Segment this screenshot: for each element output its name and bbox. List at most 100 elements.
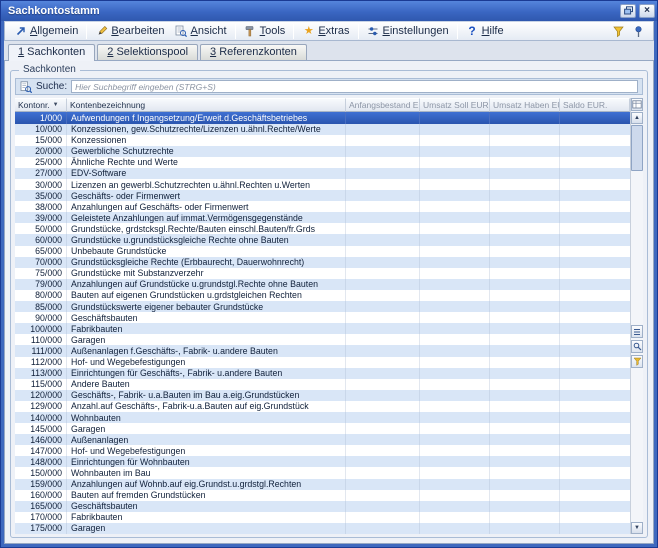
- value-cell: [346, 223, 420, 234]
- table-row[interactable]: 1/000Aufwendungen f.Ingangsetzung/Erweit…: [15, 112, 630, 123]
- value-cell: [346, 501, 420, 512]
- menu-allgemein[interactable]: Allgemein: [9, 24, 83, 39]
- table-row[interactable]: 90/000Geschäftsbauten: [15, 312, 630, 323]
- account-name-cell: Geschäfts-, Fabrik- u.a.Bauten im Bau a.…: [67, 390, 346, 401]
- table-row[interactable]: 50/000Grundstücke, grdstcksgl.Rechte/Bau…: [15, 223, 630, 234]
- title-bar[interactable]: Sachkontostamm ×: [1, 1, 657, 21]
- value-cell: [560, 290, 630, 301]
- table-row[interactable]: 111/000Außenanlagen f.Geschäfts-, Fabrik…: [15, 345, 630, 356]
- table-row[interactable]: 20/000Gewerbliche Schutzrechte: [15, 146, 630, 157]
- table-row[interactable]: 129/000Anzahl.auf Geschäfts-, Fabrik-u.a…: [15, 401, 630, 412]
- column-header-anfangsbestand[interactable]: Anfangsbestand EUR: [346, 98, 420, 112]
- table-row[interactable]: 79/000Anzahlungen auf Grundstücke u.grun…: [15, 279, 630, 290]
- table-row[interactable]: 75/000Grundstücke mit Substanzverzehr: [15, 268, 630, 279]
- value-cell: [560, 401, 630, 412]
- table-row[interactable]: 175/000Garagen: [15, 523, 630, 534]
- table-row[interactable]: 150/000Wohnbauten im Bau: [15, 467, 630, 478]
- account-number-cell: 27/000: [15, 168, 67, 179]
- table-row[interactable]: 115/000Andere Bauten: [15, 379, 630, 390]
- scrollbar-thumb[interactable]: [631, 125, 643, 171]
- table-row[interactable]: 113/000Einrichtungen für Geschäfts-, Fab…: [15, 368, 630, 379]
- table-row[interactable]: 170/000Fabrikbauten: [15, 512, 630, 523]
- table-row[interactable]: 160/000Bauten auf fremden Grundstücken: [15, 490, 630, 501]
- column-header-saldo[interactable]: Saldo EUR.: [560, 98, 630, 112]
- table-row[interactable]: 100/000Fabrikbauten: [15, 323, 630, 334]
- account-name-cell: Grundstückswerte eigener bebauter Grunds…: [67, 301, 346, 312]
- filter-button[interactable]: [631, 355, 643, 368]
- table-row[interactable]: 85/000Grundstückswerte eigener bebauter …: [15, 301, 630, 312]
- search-input[interactable]: [71, 80, 638, 93]
- menu-einstellungen[interactable]: Einstellungen: [362, 24, 454, 39]
- value-cell: [560, 368, 630, 379]
- scrollbar-track[interactable]: [631, 369, 643, 522]
- account-name-cell: Grundstücke mit Substanzverzehr: [67, 268, 346, 279]
- value-cell: [560, 456, 630, 467]
- account-number-cell: 70/000: [15, 257, 67, 268]
- column-header-umsatz-haben[interactable]: Umsatz Haben EUR: [490, 98, 560, 112]
- table-row[interactable]: 25/000Ähnliche Rechte und Werte: [15, 157, 630, 168]
- filter-funnel-icon[interactable]: [612, 25, 625, 38]
- table-row[interactable]: 30/000Lizenzen an gewerbl.Schutzrechten …: [15, 179, 630, 190]
- column-header-kontonr[interactable]: Kontonr. ▼: [15, 98, 67, 112]
- account-name-cell: Wohnbauten im Bau: [67, 467, 346, 478]
- table-row[interactable]: 165/000Geschäftsbauten: [15, 501, 630, 512]
- table-row[interactable]: 148/000Einrichtungen für Wohnbauten: [15, 456, 630, 467]
- menu-hilfe[interactable]: ? Hilfe: [461, 24, 509, 39]
- table-row[interactable]: 38/000Anzahlungen auf Geschäfts- oder Fi…: [15, 201, 630, 212]
- menu-tools[interactable]: Tools: [239, 24, 291, 39]
- value-cell: [346, 212, 420, 223]
- table-row[interactable]: 35/000Geschäfts- oder Firmenwert: [15, 190, 630, 201]
- table-row[interactable]: 39/000Geleistete Anzahlungen auf immat.V…: [15, 212, 630, 223]
- column-header-umsatz-soll[interactable]: Umsatz Soll EUR: [420, 98, 490, 112]
- restore-button[interactable]: [620, 4, 636, 18]
- star-icon: ★: [302, 25, 315, 38]
- table-row[interactable]: 10/000Konzessionen, gew.Schutzrechte/Liz…: [15, 124, 630, 135]
- value-cell: [490, 234, 560, 245]
- table-row[interactable]: 27/000EDV-Software: [15, 168, 630, 179]
- table-row[interactable]: 120/000Geschäfts-, Fabrik- u.a.Bauten im…: [15, 390, 630, 401]
- account-number-cell: 110/000: [15, 334, 67, 345]
- table-row[interactable]: 140/000Wohnbauten: [15, 412, 630, 423]
- column-chooser-button[interactable]: [631, 98, 643, 111]
- account-number-cell: 140/000: [15, 412, 67, 423]
- table-row[interactable]: 146/000Außenanlagen: [15, 434, 630, 445]
- table-row[interactable]: 70/000Grundstücksgleiche Rechte (Erbbaur…: [15, 257, 630, 268]
- account-number-cell: 170/000: [15, 512, 67, 523]
- list-properties-button[interactable]: [631, 325, 643, 338]
- menu-extras[interactable]: ★ Extras: [297, 24, 354, 39]
- account-name-cell: Konzessionen: [67, 135, 346, 146]
- value-cell: [420, 268, 490, 279]
- account-number-cell: 1/000: [15, 112, 67, 123]
- groupbox-title: Sachkonten: [19, 64, 80, 75]
- value-cell: [560, 412, 630, 423]
- table-row[interactable]: 145/000Garagen: [15, 423, 630, 434]
- account-number-cell: 25/000: [15, 157, 67, 168]
- menu-bearbeiten[interactable]: Bearbeiten: [90, 24, 169, 39]
- table-row[interactable]: 110/000Garagen: [15, 334, 630, 345]
- value-cell: [490, 523, 560, 534]
- table-row[interactable]: 112/000Hof- und Wegebefestigungen: [15, 357, 630, 368]
- account-name-cell: Geleistete Anzahlungen auf immat.Vermöge…: [67, 212, 346, 223]
- table-row[interactable]: 147/000Hof- und Wegebefestigungen: [15, 445, 630, 456]
- menu-bar: Allgemein Bearbeiten Ansicht Tools ★ Ext…: [4, 21, 654, 42]
- menu-ansicht[interactable]: Ansicht: [170, 24, 232, 39]
- close-button[interactable]: ×: [639, 4, 655, 18]
- table-row[interactable]: 65/000Unbebaute Grundstücke: [15, 246, 630, 257]
- tab-sachkonten[interactable]: 1 Sachkonten: [8, 44, 95, 61]
- scrollbar-track[interactable]: [631, 172, 643, 325]
- table-row[interactable]: 159/000Anzahlungen auf Wohnb.auf eig.Gru…: [15, 479, 630, 490]
- account-name-cell: Lizenzen an gewerbl.Schutzrechten u.ähnl…: [67, 179, 346, 190]
- table-row[interactable]: 80/000Bauten auf eigenen Grundstücken u.…: [15, 290, 630, 301]
- tab-selektionspool[interactable]: 2 Selektionspool: [97, 44, 198, 60]
- column-header-kontenbezeichnung[interactable]: Kontenbezeichnung: [67, 98, 346, 112]
- table-row[interactable]: 60/000Grundstücke u.grundstücksgleiche R…: [15, 234, 630, 245]
- scroll-down-button[interactable]: ▼: [631, 522, 643, 534]
- scroll-up-button[interactable]: ▲: [631, 112, 643, 124]
- pin-icon[interactable]: [632, 25, 645, 38]
- account-number-cell: 50/000: [15, 223, 67, 234]
- value-cell: [490, 456, 560, 467]
- zoom-button[interactable]: [631, 340, 643, 353]
- tab-referenzkonten[interactable]: 3 Referenzkonten: [200, 44, 307, 60]
- value-cell: [560, 379, 630, 390]
- table-row[interactable]: 15/000Konzessionen: [15, 135, 630, 146]
